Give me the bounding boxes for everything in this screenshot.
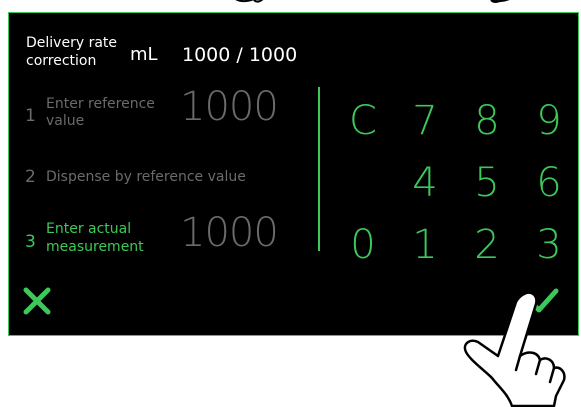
key-clear[interactable]: C: [335, 93, 391, 149]
step-label-3-line2: measurement: [46, 239, 144, 255]
key-7[interactable]: 7: [397, 93, 453, 149]
key-9[interactable]: 9: [521, 93, 577, 149]
screen-title-line2: correction: [26, 53, 97, 69]
hand-pointer-icon: [235, 0, 264, 3]
actual-measurement-field[interactable]: 1000: [180, 210, 279, 256]
step-label-2: Dispense by reference value: [46, 169, 246, 185]
key-3[interactable]: 3: [521, 217, 577, 273]
screen-title: Delivery rate: [26, 35, 117, 51]
key-6[interactable]: 6: [521, 155, 577, 211]
key-2[interactable]: 2: [459, 217, 515, 273]
rate-value: 1000 / 1000: [182, 44, 298, 66]
unit-label: mL: [130, 44, 158, 65]
reference-value-field[interactable]: 1000: [180, 84, 279, 130]
key-1[interactable]: 1: [397, 217, 453, 273]
step-label-1-line2: value: [46, 113, 85, 129]
hand-pointer-icon: [463, 291, 566, 407]
x-icon: [23, 287, 51, 315]
key-8[interactable]: 8: [459, 93, 515, 149]
step-number-2: 2: [25, 167, 36, 187]
cancel-button[interactable]: [22, 286, 52, 316]
step-label-1: Enter reference: [46, 96, 155, 112]
hand-pointer-icon: [490, 0, 510, 3]
step-label-3: Enter actual: [46, 221, 132, 237]
key-0[interactable]: 0: [335, 217, 391, 273]
keypad-divider: [318, 87, 320, 251]
key-5[interactable]: 5: [459, 155, 515, 211]
step-number-1: 1: [25, 106, 36, 126]
step-number-3: 3: [25, 232, 36, 252]
key-4[interactable]: 4: [397, 155, 453, 211]
